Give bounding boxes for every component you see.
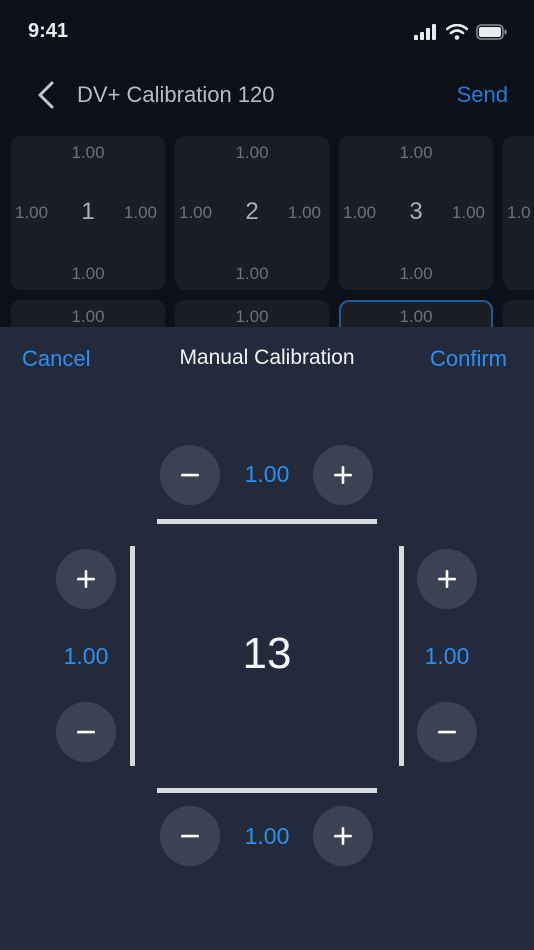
right-value: 1.00: [424, 643, 470, 669]
minus-icon: [181, 834, 199, 838]
minus-icon: [438, 730, 456, 734]
cell-right-value: 1.00: [123, 203, 157, 222]
right-decrement-button[interactable]: [417, 702, 477, 762]
cell-right-value: 1.00: [451, 203, 485, 222]
signal-icon: [414, 24, 436, 40]
grid-cell[interactable]: 1.00 1.00 1 1.00 1.00: [11, 136, 165, 290]
minus-icon: [181, 473, 199, 477]
top-edge-bar: [157, 519, 377, 524]
battery-icon: [476, 24, 507, 40]
status-icons: [414, 24, 508, 40]
cell-top-value: 1.00: [71, 143, 105, 162]
manual-calibration-sheet: Cancel Manual Calibration Confirm 1.00 1…: [0, 327, 534, 950]
nav-bar: DV+ Calibration 120 Send: [0, 66, 534, 126]
cell-top-value: 1.00: [71, 307, 105, 326]
bottom-increment-button[interactable]: [313, 806, 373, 866]
calibration-grid: 1.00 1.00 1 1.00 1.00 1.00 1.00 2 1.00 1…: [0, 136, 534, 328]
grid-cell[interactable]: 1.00 1.00 2 1.00 1.00: [175, 136, 329, 290]
bottom-edge-bar: [157, 788, 377, 793]
right-edge-bar: [399, 546, 404, 766]
cell-top-value: 1.00: [235, 307, 269, 326]
plus-icon: [334, 827, 352, 845]
right-increment-button[interactable]: [417, 549, 477, 609]
cell-bottom-value: 1.00: [71, 264, 105, 283]
send-button[interactable]: Send: [457, 82, 508, 108]
grid-cell[interactable]: 1.00 1.00 3 1.00 1.00: [339, 136, 493, 290]
cell-bottom-value: 1.00: [399, 264, 433, 283]
status-bar: 9:41: [0, 0, 534, 66]
grid-cell[interactable]: 1.0: [503, 136, 534, 290]
grid-cell-selected[interactable]: 1.00: [339, 300, 493, 328]
confirm-button[interactable]: Confirm: [430, 346, 507, 372]
bottom-decrement-button[interactable]: [160, 806, 220, 866]
cell-right-value: 1.00: [287, 203, 321, 222]
grid-cell[interactable]: 1.00: [11, 300, 165, 328]
wifi-icon: [446, 24, 468, 40]
top-value: 1.00: [244, 461, 290, 487]
grid-cell[interactable]: [503, 300, 534, 328]
cell-left-value: 1.0: [507, 203, 531, 222]
bottom-value: 1.00: [244, 823, 290, 849]
cell-top-value: 1.00: [235, 143, 269, 162]
cell-top-value: 1.00: [399, 143, 433, 162]
grid-cell[interactable]: 1.00: [175, 300, 329, 328]
plus-icon: [77, 570, 95, 588]
left-value: 1.00: [63, 643, 109, 669]
minus-icon: [77, 730, 95, 734]
left-decrement-button[interactable]: [56, 702, 116, 762]
status-time: 9:41: [28, 20, 69, 42]
page-title: DV+ Calibration 120: [77, 82, 275, 107]
cell-number-display: 13: [242, 629, 292, 678]
top-increment-button[interactable]: [313, 445, 373, 505]
cell-bottom-value: 1.00: [235, 264, 269, 283]
plus-icon: [438, 570, 456, 588]
plus-icon: [334, 466, 352, 484]
top-decrement-button[interactable]: [160, 445, 220, 505]
left-increment-button[interactable]: [56, 549, 116, 609]
cell-top-value: 1.00: [399, 307, 433, 326]
chevron-left-icon[interactable]: [34, 80, 58, 110]
